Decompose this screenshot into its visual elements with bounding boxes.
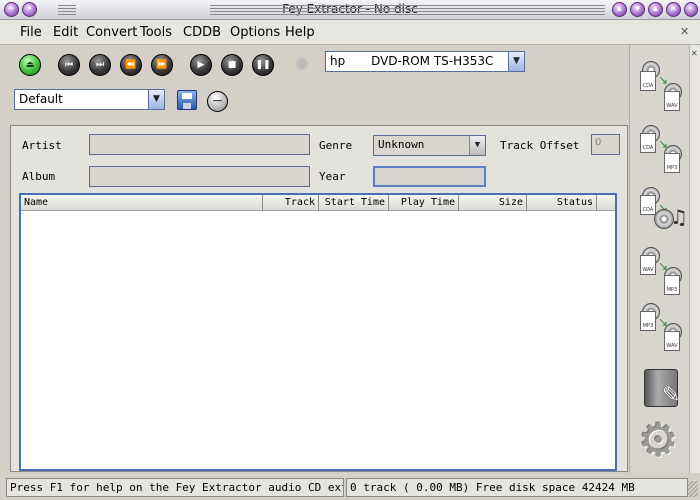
artist-label: Artist	[22, 139, 62, 152]
drive-model: DVD-ROM TS-H353C	[371, 54, 494, 68]
stop-icon[interactable]: ■	[221, 54, 243, 76]
genre-select[interactable]: Unknown ▼	[373, 135, 486, 156]
chevron-down-icon[interactable]: ▼	[508, 52, 524, 71]
artist-field[interactable]	[89, 134, 310, 155]
wav-file-icon: WAV	[664, 331, 680, 351]
cda-file-icon: CDA	[640, 133, 656, 153]
mp3-file-icon: MP3	[664, 275, 680, 295]
wav-to-mp3-button[interactable]: WAV ↘ MP3	[636, 245, 686, 299]
minimize-icon[interactable]: ▾	[630, 2, 645, 17]
menu-edit[interactable]: Edit	[53, 25, 78, 40]
profile-value: Default	[19, 92, 63, 106]
column-header-track[interactable]: Track	[263, 195, 319, 211]
column-header-start-time[interactable]: Start Time	[319, 195, 389, 211]
album-field[interactable]	[89, 166, 310, 187]
drive-vendor: hp	[330, 54, 346, 68]
album-label: Album	[22, 170, 56, 183]
save-profile-icon[interactable]	[177, 90, 197, 110]
cda-to-audio-button[interactable]: CDA ↘ ♫	[636, 183, 688, 237]
column-header-size[interactable]: Size	[459, 195, 527, 211]
shade-icon[interactable]: ▴	[612, 2, 627, 17]
close-icon[interactable]: ×	[666, 2, 681, 17]
maximize-icon[interactable]: ▴	[648, 2, 663, 17]
title-grip-right	[210, 5, 605, 15]
track-list-header: Name Track Start Time Play Time Size Sta…	[21, 195, 615, 211]
track-offset-field[interactable]: 0	[591, 134, 620, 155]
cda-file-icon: CDA	[640, 71, 656, 91]
skip-end-icon[interactable]: ⏭	[89, 54, 111, 76]
track-list[interactable]: Name Track Start Time Play Time Size Sta…	[19, 193, 617, 471]
sidebar-scrollbar[interactable]: ✕	[689, 45, 700, 473]
chevron-down-icon[interactable]: ▼	[148, 90, 164, 109]
cda-file-icon: CDA	[640, 195, 656, 215]
menu-help[interactable]: Help	[285, 25, 315, 40]
year-field[interactable]	[373, 166, 486, 187]
status-help-text: Press F1 for help on the Fey Extractor a…	[6, 478, 344, 497]
menu-tools[interactable]: Tools	[140, 25, 172, 40]
edit-tags-button[interactable]: ✎	[636, 365, 686, 419]
genre-label: Genre	[319, 139, 353, 152]
music-note-icon: ♫	[670, 205, 688, 229]
eject-icon[interactable]: ⏏	[19, 54, 41, 76]
mp3-file-icon: MP3	[664, 153, 680, 173]
play-icon[interactable]: ▶	[190, 54, 212, 76]
scroll-up-icon[interactable]: ✕	[691, 49, 698, 58]
year-label: Year	[319, 170, 346, 183]
pencil-icon: ✎	[662, 383, 681, 408]
settings-gear-icon[interactable]: ✹	[290, 52, 314, 76]
conversion-sidebar: CDA ↘ WAV CDA ↘ MP3 CDA ↘ ♫ WAV ↘ MP3 MP…	[629, 45, 689, 473]
column-header-play-time[interactable]: Play Time	[389, 195, 459, 211]
rewind-icon[interactable]: ⏪	[120, 54, 142, 76]
wav-file-icon: WAV	[640, 255, 656, 275]
delete-profile-icon[interactable]: −	[207, 91, 228, 112]
mp3-file-icon: MP3	[640, 311, 656, 331]
cda-to-wav-button[interactable]: CDA ↘ WAV	[636, 55, 686, 111]
pause-icon[interactable]: ❚❚	[252, 54, 274, 76]
chevron-down-icon[interactable]: ▼	[469, 136, 485, 155]
drive-select[interactable]: hp DVD-ROM TS-H353C ▼	[325, 51, 525, 72]
profile-select[interactable]: Default ▼	[14, 89, 165, 110]
status-disk-info: 0 track ( 0.00 MB) Free disk space 42424…	[346, 478, 688, 497]
menu-file[interactable]: File	[20, 25, 42, 40]
gear-icon: ⚙	[638, 413, 680, 467]
fast-forward-icon[interactable]: ⏩	[151, 54, 173, 76]
title-bar[interactable]: − • Fey Extractor - No disc ▴ ▾ ▴ × ·	[0, 0, 700, 20]
mp3-to-wav-button[interactable]: MP3 ↘ WAV	[636, 301, 686, 355]
cda-to-mp3-button[interactable]: CDA ↘ MP3	[636, 119, 686, 173]
column-header-status[interactable]: Status	[527, 195, 597, 211]
menu-options[interactable]: Options	[230, 25, 280, 40]
track-offset-label: Track Offset	[500, 139, 580, 152]
status-bar: Press F1 for help on the Fey Extractor a…	[0, 475, 700, 500]
genre-value: Unknown	[378, 138, 425, 151]
menu-convert[interactable]: Convert	[86, 25, 137, 40]
wav-file-icon: WAV	[664, 91, 680, 111]
settings-button[interactable]: ⚙	[636, 413, 686, 473]
menu-bar: File Edit Convert Tools CDDB Options Hel…	[0, 20, 700, 45]
column-header-name[interactable]: Name	[21, 195, 263, 211]
skip-start-icon[interactable]: ⏮	[58, 54, 80, 76]
menu-close-icon[interactable]: ✕	[680, 25, 689, 38]
resize-grip-icon[interactable]	[688, 481, 698, 497]
menu-cddb[interactable]: CDDB	[183, 25, 221, 40]
extra-icon[interactable]: ·	[684, 2, 698, 17]
